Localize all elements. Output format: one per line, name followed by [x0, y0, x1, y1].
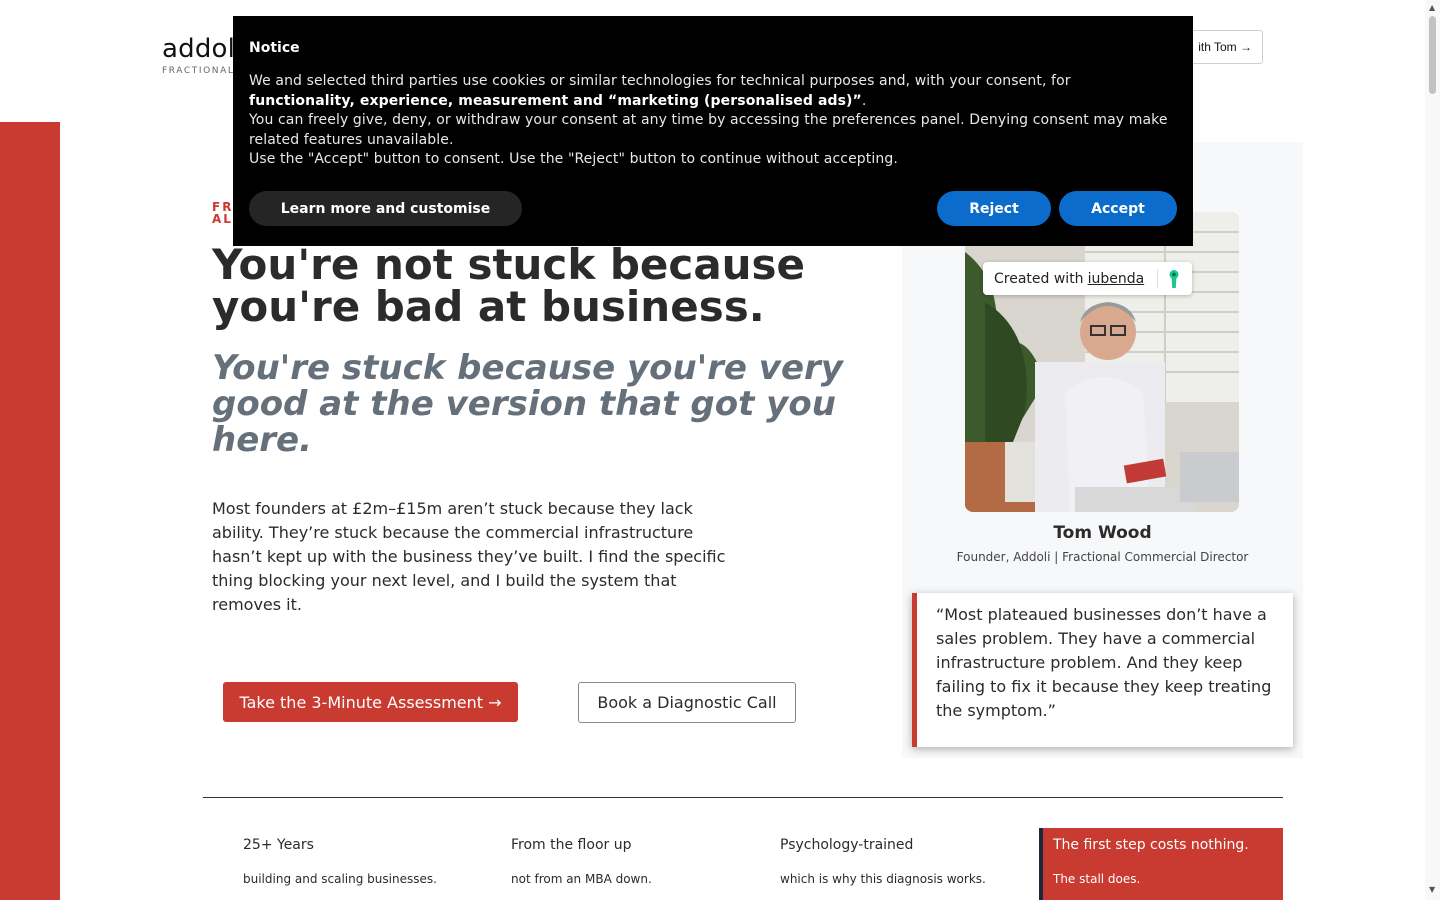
stat-floor-up: From the floor up not from an MBA down. [511, 838, 652, 885]
stat-title: Psychology-trained [780, 837, 914, 853]
founder-quote: “Most plateaued businesses don’t have a … [912, 593, 1293, 747]
stat-first-step[interactable]: The first step costs nothing. The stall … [1039, 828, 1283, 900]
founder-role: Founder, Addoli | Fractional Commercial … [956, 550, 1249, 564]
accept-cookies-button[interactable]: Accept [1059, 191, 1177, 226]
cookie-banner-title: Notice [249, 40, 300, 56]
iubenda-prefix: Created with [994, 270, 1084, 287]
stat-subtitle: The stall does. [1053, 872, 1141, 886]
stat-subtitle: not from an MBA down. [511, 872, 652, 886]
stat-title: From the floor up [511, 837, 632, 853]
iubenda-link[interactable]: iubenda [1088, 271, 1145, 287]
learn-more-customise-button[interactable]: Learn more and customise [249, 191, 522, 226]
cookie-line1-prefix: We and selected third parties use cookie… [249, 73, 1071, 89]
section-divider [203, 797, 1283, 798]
cookie-consent-banner: Notice We and selected third parties use… [233, 16, 1193, 246]
cookie-line2: You can freely give, deny, or withdraw y… [249, 112, 1168, 148]
stat-experience: 25+ Years building and scaling businesse… [243, 838, 437, 885]
hero-body-text: Most founders at £2m–£15m aren’t stuck b… [212, 499, 726, 614]
scroll-up-arrow-icon[interactable]: ▲ [1429, 4, 1435, 12]
portrait-illustration [965, 212, 1239, 512]
reject-cookies-button[interactable]: Reject [937, 191, 1051, 226]
page-scrollbar[interactable]: ▲ ▼ [1425, 0, 1440, 900]
hero-headline: You're not stuck because you're bad at b… [212, 240, 806, 331]
stat-title: The first step costs nothing. [1053, 837, 1249, 853]
cookie-banner-text: We and selected third parties use cookie… [249, 72, 1179, 170]
cookie-line3: Use the "Accept" button to consent. Use … [249, 151, 898, 167]
iubenda-keyhole-icon [1169, 270, 1179, 292]
iubenda-badge[interactable]: Created with iubenda [983, 262, 1192, 295]
cookie-line1-bold: functionality, experience, measurement a… [249, 92, 862, 109]
decorative-red-bar [0, 122, 60, 900]
stat-subtitle: building and scaling businesses. [243, 872, 437, 886]
founder-portrait-image [965, 212, 1239, 512]
hero-subheadline: You're stuck because you're very good at… [212, 348, 843, 460]
eyebrow-line-2: AL [212, 212, 233, 226]
hero-eyebrow: FR AL [212, 201, 233, 225]
founder-name: Tom Wood [1053, 523, 1152, 543]
cookie-line1-suffix: . [861, 92, 867, 109]
stat-subtitle: which is why this diagnosis works. [780, 872, 986, 886]
scroll-down-arrow-icon[interactable]: ▼ [1429, 886, 1435, 894]
badge-separator [1157, 269, 1158, 288]
book-diagnostic-call-button[interactable]: Book a Diagnostic Call [578, 682, 796, 723]
scrollbar-thumb[interactable] [1429, 16, 1436, 94]
stat-psychology: Psychology-trained which is why this dia… [780, 838, 986, 885]
stat-title: 25+ Years [243, 837, 314, 853]
take-assessment-button[interactable]: Take the 3-Minute Assessment → [223, 682, 518, 722]
